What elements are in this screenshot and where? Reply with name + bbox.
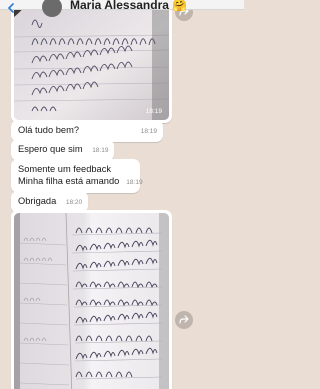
message-time: 18:19 bbox=[126, 179, 143, 186]
message-time: 18:20 bbox=[65, 199, 83, 206]
chat-header: Maria Alessandra 🤗 bbox=[0, 0, 244, 17]
image-message[interactable]: 18:19 bbox=[11, 0, 172, 123]
message-text: Espero que sim bbox=[18, 144, 83, 154]
message-time: 18:19 bbox=[92, 147, 109, 154]
contact-name[interactable]: Maria Alessandra 🤗 bbox=[70, 0, 187, 12]
back-icon[interactable] bbox=[6, 0, 18, 13]
message-time: 18:19 bbox=[145, 108, 162, 115]
chat-screen: Maria Alessandra 🤗 18:19 Olá tudo bem? 1… bbox=[0, 0, 244, 389]
message-line: Somente um feedback bbox=[18, 164, 112, 174]
message-text: Olá tudo bem? bbox=[18, 125, 79, 135]
handwriting-photo[interactable] bbox=[14, 213, 169, 389]
text-message[interactable]: Somente um feedback Minha filha está ama… bbox=[11, 159, 143, 193]
text-message[interactable]: Espero que sim 18:19 bbox=[11, 139, 115, 161]
share-forward-icon bbox=[179, 311, 189, 329]
handwriting-photo[interactable]: 18:19 bbox=[14, 0, 169, 120]
image-message[interactable] bbox=[11, 210, 172, 389]
share-button[interactable] bbox=[175, 311, 193, 329]
message-line: Minha filha está amando bbox=[18, 176, 120, 186]
message-text: Obrigada bbox=[18, 196, 57, 206]
message-time: 18:19 bbox=[140, 128, 157, 135]
